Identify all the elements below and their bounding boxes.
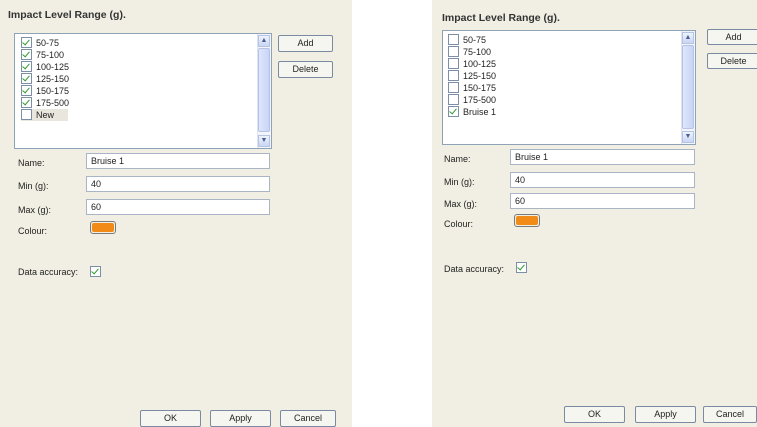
list-item[interactable]: 175-500 <box>21 97 69 109</box>
max-field[interactable]: 60 <box>510 193 695 209</box>
min-label: Min (g): <box>18 181 49 191</box>
max-label: Max (g): <box>444 199 478 209</box>
checkbox[interactable] <box>448 106 459 118</box>
scroll-down-icon[interactable]: ▼ <box>258 135 270 147</box>
cancel-button[interactable]: Cancel <box>280 410 336 427</box>
scroll-thumb[interactable] <box>682 45 694 129</box>
checkbox[interactable] <box>21 73 32 85</box>
scroll-up-icon[interactable]: ▲ <box>258 35 270 47</box>
cancel-button[interactable]: Cancel <box>703 406 757 423</box>
checkbox[interactable] <box>448 70 459 82</box>
colour-label: Colour: <box>444 219 474 229</box>
delete-button[interactable]: Delete <box>707 53 757 69</box>
min-label: Min (g): <box>444 177 475 187</box>
range-list[interactable]: 50-75 75-100 100-125 125-150 150-175 175… <box>442 30 696 145</box>
list-item[interactable]: 125-150 <box>448 70 496 82</box>
list-item[interactable]: 125-150 <box>21 73 69 85</box>
checkbox[interactable] <box>21 109 32 121</box>
list-item[interactable]: 75-100 <box>448 46 491 58</box>
min-field[interactable]: 40 <box>86 176 270 192</box>
max-label: Max (g): <box>18 205 52 215</box>
colour-fill <box>516 216 538 225</box>
add-button[interactable]: Add <box>707 29 757 45</box>
data-accuracy-checkbox[interactable] <box>516 262 527 273</box>
list-item[interactable]: 50-75 <box>448 34 486 46</box>
colour-label: Colour: <box>18 226 48 236</box>
ok-button[interactable]: OK <box>564 406 625 423</box>
colour-fill <box>92 223 114 232</box>
list-scrollbar[interactable]: ▲ ▼ <box>681 31 695 144</box>
scroll-thumb[interactable] <box>258 48 270 132</box>
data-accuracy-checkbox[interactable] <box>90 266 101 277</box>
checkbox[interactable] <box>448 94 459 106</box>
max-field[interactable]: 60 <box>86 199 270 215</box>
data-accuracy-label: Data accuracy: <box>18 267 79 277</box>
colour-swatch-button[interactable] <box>90 221 116 234</box>
impact-level-panel-1: Impact Level Range (g). 50-75 75-100 100… <box>0 0 352 427</box>
add-button[interactable]: Add <box>278 35 333 52</box>
checkbox[interactable] <box>21 97 32 109</box>
checkbox[interactable] <box>448 34 459 46</box>
data-accuracy-label: Data accuracy: <box>444 264 505 274</box>
list-item[interactable]: 50-75 <box>21 37 59 49</box>
name-field[interactable]: Bruise 1 <box>510 149 695 165</box>
list-scrollbar[interactable]: ▲ ▼ <box>257 34 271 148</box>
list-item[interactable]: 100-125 <box>448 58 496 70</box>
list-item[interactable]: 175-500 <box>448 94 496 106</box>
min-field[interactable]: 40 <box>510 172 695 188</box>
delete-button[interactable]: Delete <box>278 61 333 78</box>
colour-swatch-button[interactable] <box>514 214 540 227</box>
checkbox[interactable] <box>448 58 459 70</box>
list-item[interactable]: 100-125 <box>21 61 69 73</box>
impact-level-panel-2: Impact Level Range (g). 50-75 75-100 100… <box>432 0 757 427</box>
name-field[interactable]: Bruise 1 <box>86 153 270 169</box>
checkbox[interactable] <box>21 61 32 73</box>
checkbox[interactable] <box>448 46 459 58</box>
name-label: Name: <box>18 158 45 168</box>
list-item[interactable]: 75-100 <box>21 49 64 61</box>
list-item-new[interactable]: New <box>21 109 69 121</box>
checkbox[interactable] <box>448 82 459 94</box>
checkbox[interactable] <box>21 85 32 97</box>
range-list[interactable]: 50-75 75-100 100-125 125-150 150-175 175… <box>14 33 272 149</box>
list-item[interactable]: Bruise 1 <box>448 106 496 118</box>
panel-title: Impact Level Range (g). <box>8 9 126 21</box>
scroll-down-icon[interactable]: ▼ <box>682 131 694 143</box>
checkbox[interactable] <box>21 37 32 49</box>
list-item[interactable]: 150-175 <box>448 82 496 94</box>
ok-button[interactable]: OK <box>140 410 201 427</box>
checkbox[interactable] <box>21 49 32 61</box>
apply-button[interactable]: Apply <box>635 406 696 423</box>
apply-button[interactable]: Apply <box>210 410 271 427</box>
list-item[interactable]: 150-175 <box>21 85 69 97</box>
name-label: Name: <box>444 154 471 164</box>
panel-title: Impact Level Range (g). <box>442 12 560 24</box>
scroll-up-icon[interactable]: ▲ <box>682 32 694 44</box>
